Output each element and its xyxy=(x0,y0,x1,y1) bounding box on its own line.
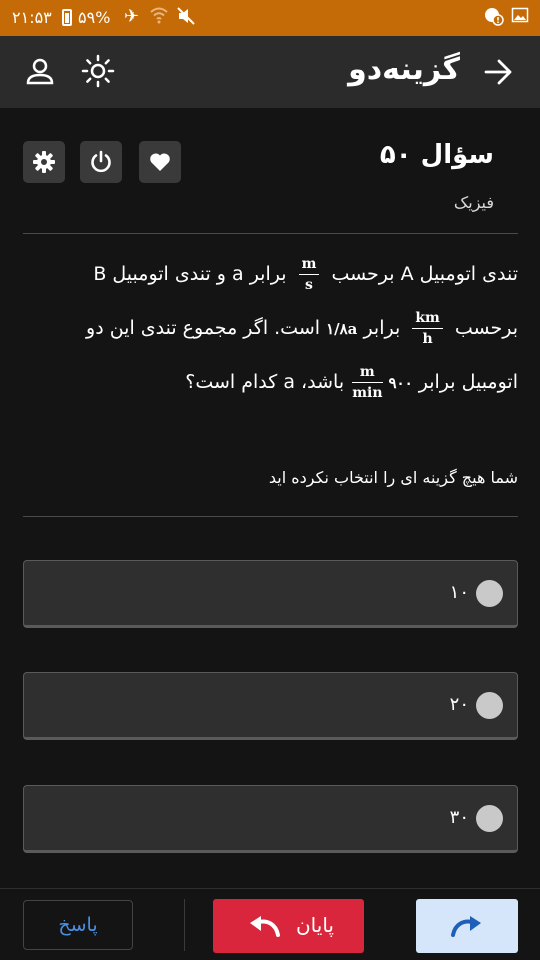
question-text: برابر xyxy=(363,317,401,339)
answer-button[interactable]: پاسخ xyxy=(23,900,133,950)
app-bar: گزینه‌دو xyxy=(0,36,540,108)
end-button-label: پایان xyxy=(295,913,334,937)
end-button[interactable]: پایان xyxy=(213,899,364,953)
undo-icon xyxy=(250,916,280,937)
gear-icon xyxy=(33,151,55,173)
bottom-bar: پاسخ پایان xyxy=(0,888,540,960)
divider xyxy=(184,899,185,951)
power-icon xyxy=(91,150,111,173)
airplane-icon: ✈ xyxy=(124,6,140,27)
unit-fraction: km h xyxy=(412,311,443,346)
redo-icon xyxy=(451,916,481,937)
unit-denominator: h xyxy=(422,331,433,347)
unit-numerator: m xyxy=(352,365,383,383)
question-text: تندی اتومبیل A برحسب xyxy=(331,263,518,285)
question-text: است. اگر مجموع تندی این دو xyxy=(86,317,321,339)
battery-icon xyxy=(62,9,72,26)
selection-status: شما هیچ گزینه ای را انتخاب نکرده اید xyxy=(268,468,518,487)
question-value: ۹۰۰ xyxy=(388,374,413,392)
unit-fraction: m min xyxy=(352,365,383,401)
question-text: برحسب xyxy=(454,317,518,339)
question-text: اتومبیل برابر xyxy=(418,371,518,393)
unit-denominator: s xyxy=(305,277,313,293)
profile-icon[interactable] xyxy=(24,56,56,92)
question-text: باشد، a کدام است؟ xyxy=(185,371,345,393)
answer-button-label: پاسخ xyxy=(58,914,98,936)
alert-icon xyxy=(484,6,504,32)
next-button[interactable] xyxy=(416,899,518,953)
brightness-icon[interactable] xyxy=(80,53,116,93)
answer-option[interactable]: ۲۰ xyxy=(23,672,518,740)
unit-numerator: km xyxy=(412,311,443,329)
option-label: ۳۰ xyxy=(449,807,469,828)
mute-icon xyxy=(176,6,196,32)
radio-button[interactable] xyxy=(476,692,503,719)
question-subject: فیزیک xyxy=(453,193,494,212)
divider xyxy=(23,516,518,517)
radio-button[interactable] xyxy=(476,580,503,607)
heart-icon xyxy=(150,153,170,171)
option-label: ۲۰ xyxy=(449,694,469,715)
question-title: سؤال ۵۰ xyxy=(379,140,494,170)
settings-button[interactable] xyxy=(23,141,65,183)
unit-numerator: m xyxy=(298,257,320,275)
question-text: برابر a و تندی اتومبیل B xyxy=(93,263,287,285)
question-line-2: برحسب km h برابر ۱/۸a است. اگر مجموع تندی… xyxy=(86,311,518,346)
answer-option[interactable]: ۳۰ xyxy=(23,785,518,853)
radio-button[interactable] xyxy=(476,805,503,832)
status-bar: ۲۱:۵۳ ۵۹% ✈ xyxy=(0,0,540,36)
wifi-icon xyxy=(150,6,168,30)
unit-denominator: min xyxy=(352,385,383,401)
question-line-3: اتومبیل برابر ۹۰۰ m min باشد، a کدام است؟ xyxy=(185,365,518,400)
answer-option[interactable]: ۱۰ xyxy=(23,560,518,628)
divider xyxy=(23,233,518,234)
question-line-1: تندی اتومبیل A برحسب ms برابر a و تندی ا… xyxy=(93,257,518,292)
battery-percent: ۵۹% xyxy=(78,8,111,27)
status-time: ۲۱:۵۳ xyxy=(12,8,52,27)
power-button[interactable] xyxy=(80,141,122,183)
option-label: ۱۰ xyxy=(449,582,469,603)
question-value: ۱/۸a xyxy=(326,320,358,338)
app-logo: گزینه‌دو xyxy=(348,52,461,87)
favorite-button[interactable] xyxy=(139,141,181,183)
forward-arrow-icon[interactable] xyxy=(484,58,514,90)
image-icon xyxy=(511,6,529,30)
unit-fraction: ms xyxy=(298,257,320,293)
